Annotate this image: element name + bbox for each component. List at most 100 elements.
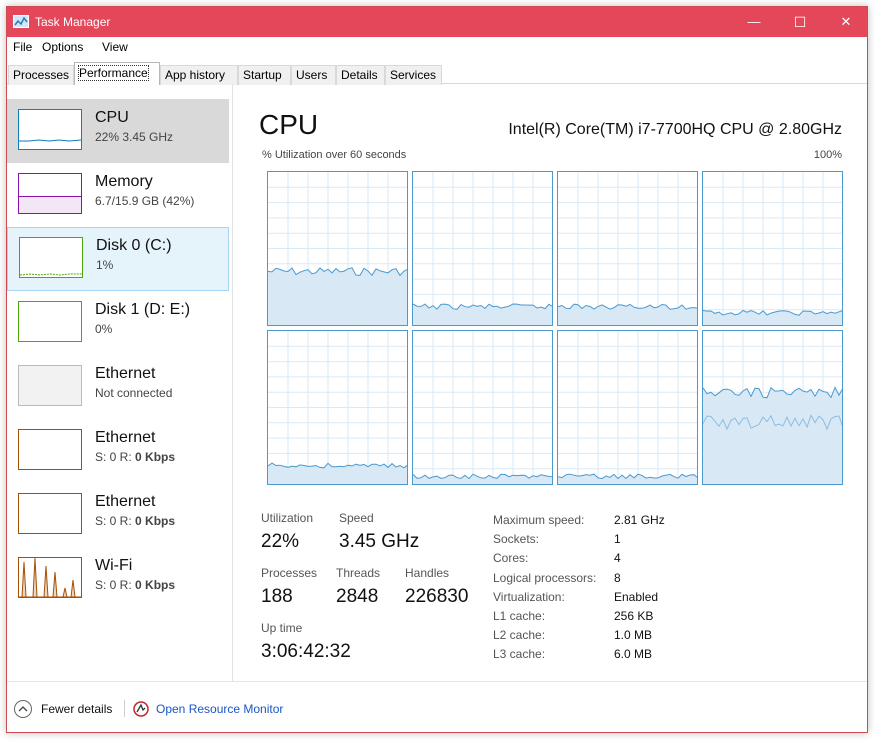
spec-label: Logical processors:	[493, 570, 597, 585]
uptime-value: 3:06:42:32	[261, 641, 351, 662]
close-button[interactable]: ✕	[823, 7, 867, 37]
minimize-button[interactable]: —	[731, 7, 777, 37]
spec-value: Enabled	[614, 589, 659, 604]
task-manager-window: Task Manager — ☐ ✕ File Options View Pro…	[6, 6, 868, 733]
tab-performance[interactable]: Performance	[74, 62, 160, 85]
page-title: CPU	[259, 109, 319, 140]
threads-label: Threads	[336, 566, 381, 580]
core-graph-6	[412, 330, 553, 485]
wifi-rate: 0 Kbps	[135, 578, 176, 592]
sidebar-sub-memory: 6.7/15.9 GB (42%)	[95, 194, 195, 208]
core-graph-1	[267, 171, 408, 326]
tab-services-label: Services	[390, 68, 437, 82]
core-graph-8-plot	[703, 331, 842, 484]
maximize-button[interactable]: ☐	[777, 7, 823, 37]
chevron-up-icon[interactable]	[14, 700, 32, 718]
memory-thumbnail-fill	[19, 197, 81, 213]
footer-bar: Fewer details Open Resource Monitor	[7, 681, 867, 732]
handles-value: 226830	[405, 586, 469, 607]
menu-view[interactable]: View	[102, 40, 128, 54]
menu-file[interactable]: File	[13, 40, 32, 54]
ethernet2-send-receive: S: 0 R:	[95, 450, 136, 464]
sidebar-sub-ethernet-1: Not connected	[95, 386, 173, 400]
sidebar-label-memory: Memory	[95, 173, 153, 190]
core-graph-3-plot	[558, 172, 697, 325]
spec-label: Sockets:	[493, 532, 540, 547]
tab-app-history[interactable]: App history	[160, 65, 238, 85]
menu-bar: File Options View	[7, 37, 867, 57]
wifi-thumbnail-spikes	[19, 558, 81, 597]
core-graph-7	[557, 330, 698, 485]
spec-label: L2 cache:	[493, 628, 546, 643]
spec-value: 1.0 MB	[614, 628, 653, 643]
window-title: Task Manager	[35, 15, 111, 29]
spec-label: Maximum speed:	[493, 513, 585, 527]
fewer-details-link[interactable]: Fewer details	[41, 702, 112, 716]
core-graph-4-plot	[703, 172, 842, 325]
utilization-value: 22%	[261, 531, 300, 552]
utilization-graph-max: 100%	[813, 149, 842, 161]
sidebar-item-cpu[interactable]: CPU 22% 3.45 GHz	[7, 99, 229, 163]
core-graph-6-plot	[413, 331, 552, 484]
tab-performance-label: Performance	[78, 65, 149, 81]
processes-value: 188	[261, 586, 293, 607]
utilization-graph-label: % Utilization over 60 seconds	[262, 149, 407, 161]
spec-value: 8	[614, 570, 621, 585]
sidebar-item-ethernet-2[interactable]: Ethernet S: 0 R: 0 Kbps	[7, 419, 229, 483]
core-graph-2	[412, 171, 553, 326]
footer-divider	[124, 700, 125, 717]
threads-value: 2848	[336, 586, 379, 607]
disk0-thumbnail-graph	[19, 237, 83, 278]
core-graph-4	[702, 171, 843, 326]
core-graph-2-plot	[413, 172, 552, 325]
spec-label: L3 cache:	[493, 647, 546, 662]
handles-label: Handles	[405, 566, 450, 580]
sidebar-item-ethernet-3[interactable]: Ethernet S: 0 R: 0 Kbps	[7, 483, 229, 547]
open-resource-monitor-link[interactable]: Open Resource Monitor	[156, 702, 283, 716]
sidebar-label-ethernet-3: Ethernet	[95, 493, 156, 510]
spec-value: 1	[614, 532, 621, 547]
sidebar-item-disk0[interactable]: Disk 0 (C:) 1%	[7, 227, 229, 291]
tab-strip: Processes Performance App history Startu…	[7, 59, 867, 85]
spec-label: Virtualization:	[493, 589, 565, 604]
tab-details[interactable]: Details	[336, 65, 385, 85]
tab-processes[interactable]: Processes	[8, 65, 74, 85]
cpu-model-name: Intel(R) Core(TM) i7-7700HQ CPU @ 2.80GH…	[508, 121, 842, 138]
sidebar-label-disk1: Disk 1 (D: E:)	[95, 301, 191, 318]
speed-label: Speed	[339, 511, 374, 525]
spec-label: L1 cache:	[493, 609, 546, 623]
core-graph-5-plot	[268, 331, 407, 484]
sidebar-item-wifi[interactable]: Wi-Fi S: 0 R: 0 Kbps	[7, 547, 229, 611]
sidebar-label-ethernet-1: Ethernet	[95, 365, 156, 382]
wifi-thumbnail-graph	[18, 557, 82, 598]
utilization-label: Utilization	[261, 511, 314, 525]
memory-thumbnail-graph	[18, 173, 82, 214]
sidebar-label-disk0: Disk 0 (C:)	[96, 237, 172, 254]
menu-options[interactable]: Options	[42, 40, 83, 54]
ethernet3-send-receive: S: 0 R:	[95, 514, 136, 528]
sidebar-item-disk1[interactable]: Disk 1 (D: E:) 0%	[7, 291, 229, 355]
task-manager-icon	[13, 15, 29, 28]
tab-users[interactable]: Users	[291, 65, 336, 85]
spec-value: 6.0 MB	[614, 647, 653, 662]
tab-processes-label: Processes	[13, 68, 70, 82]
ethernet1-thumbnail-graph	[18, 365, 82, 406]
tab-startup[interactable]: Startup	[238, 65, 291, 85]
sidebar-sub-cpu: 22% 3.45 GHz	[95, 130, 174, 144]
tab-services[interactable]: Services	[385, 65, 442, 85]
sidebar-label-ethernet-2: Ethernet	[95, 429, 156, 446]
cpu-thumbnail-line	[19, 139, 81, 142]
tab-startup-label: Startup	[243, 68, 282, 82]
chevron-up-glyph	[18, 706, 28, 712]
sidebar-item-ethernet-1[interactable]: Ethernet Not connected	[7, 355, 229, 419]
spec-value: 4	[614, 551, 621, 566]
core-graph-7-plot	[558, 331, 697, 484]
sidebar-item-memory[interactable]: Memory 6.7/15.9 GB (42%)	[7, 163, 229, 227]
resource-sidebar: CPU 22% 3.45 GHz Memory 6.7/15.9 GB (42%…	[7, 84, 233, 681]
core-graph-8	[702, 330, 843, 485]
core-graph-5	[267, 330, 408, 485]
disk0-thumbnail-line	[20, 273, 82, 276]
title-bar[interactable]: Task Manager — ☐ ✕	[7, 7, 867, 37]
resource-monitor-icon[interactable]	[133, 701, 149, 717]
spec-value: 256 KB	[614, 609, 654, 623]
